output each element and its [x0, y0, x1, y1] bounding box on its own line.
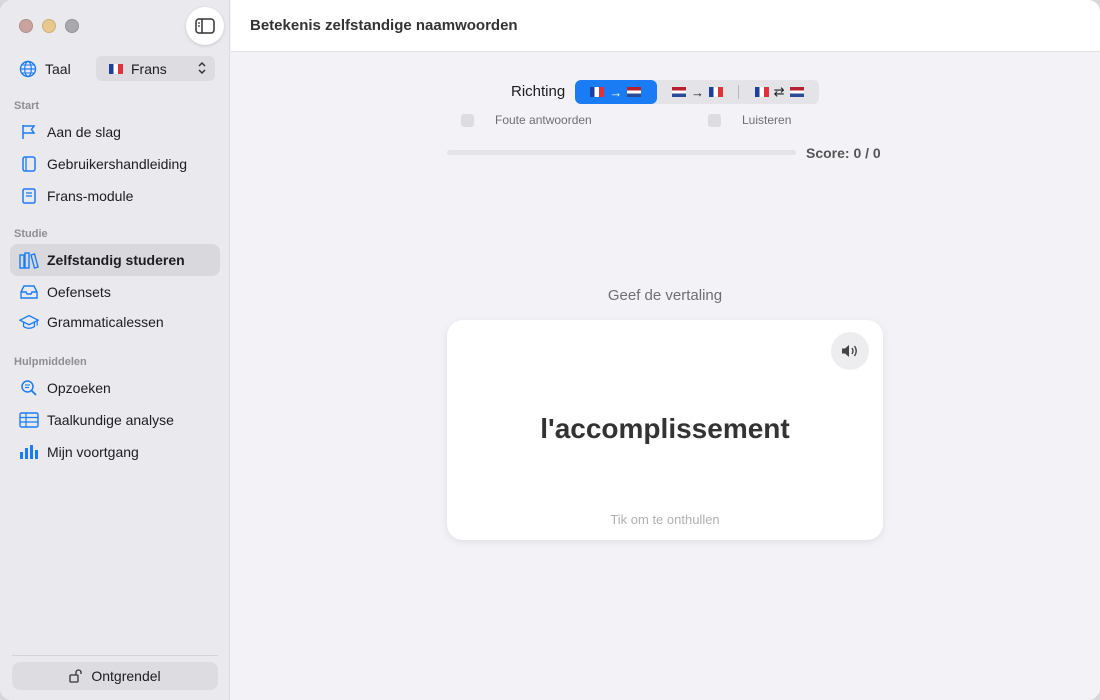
language-select[interactable]: Frans	[96, 56, 215, 81]
sidebar-item-label: Opzoeken	[47, 380, 111, 396]
books-icon	[19, 252, 39, 269]
sidebar-item-label: Zelfstandig studeren	[47, 252, 185, 268]
sidebar-item-label: Taalkundige analyse	[47, 412, 174, 428]
direction-fr-to-nl-segment[interactable]: →	[575, 80, 657, 104]
wrong-answers-label: Foute antwoorden	[495, 113, 592, 127]
table-icon	[19, 412, 39, 428]
progress-bar	[447, 150, 796, 155]
minimize-window-button[interactable]	[42, 19, 56, 33]
reveal-hint: Tik om te onthullen	[610, 512, 720, 527]
listening-checkbox[interactable]	[708, 113, 721, 127]
sidebar-item-oefensets[interactable]: Oefensets	[10, 276, 220, 308]
unlock-button[interactable]: Ontgrendel	[12, 662, 218, 690]
arrows-swap-icon: ⇄	[773, 84, 785, 99]
sidebar-item-gebruikershandleiding[interactable]: Gebruikershandleiding	[10, 148, 220, 180]
flashcard[interactable]: l'accomplissement Tik om te onthullen	[447, 320, 883, 540]
sidebar-item-label: Oefensets	[47, 284, 111, 300]
page-title: Betekenis zelfstandige naamwoorden	[250, 17, 518, 34]
netherlands-flag-icon	[789, 87, 804, 97]
sidebar-item-label: Aan de slag	[47, 124, 121, 140]
bar-chart-icon	[20, 445, 38, 459]
graduation-cap-icon	[19, 314, 39, 329]
arrow-right-icon: →	[609, 84, 623, 100]
sidebar-item-opzoeken[interactable]: Opzoeken	[10, 372, 220, 404]
language-label: Taal	[45, 61, 71, 77]
toolbar: Betekenis zelfstandige naamwoorden	[231, 0, 1100, 52]
sidebar-item-taalkundige-analyse[interactable]: Taalkundige analyse	[10, 404, 220, 436]
sidebar-item-aan-de-slag[interactable]: Aan de slag	[10, 116, 220, 148]
book-closed-icon	[22, 188, 36, 204]
sidebar-item-mijn-voortgang[interactable]: Mijn voortgang	[10, 436, 220, 468]
language-select-value: Frans	[131, 60, 167, 77]
direction-nl-to-fr-segment[interactable]: →	[657, 80, 739, 104]
listening-label: Luisteren	[742, 113, 792, 127]
score-label: Score: 0 / 0	[806, 145, 881, 161]
netherlands-flag-icon	[672, 87, 686, 97]
direction-both-segment[interactable]: ⇄	[739, 80, 819, 104]
unlock-icon	[69, 669, 83, 683]
direction-label: Richting	[511, 83, 566, 100]
sidebar-item-label: Grammaticalessen	[47, 314, 164, 330]
section-title-start: Start	[14, 100, 40, 112]
unlock-label: Ontgrendel	[91, 668, 161, 684]
netherlands-flag-icon	[627, 87, 642, 97]
sidebar-icon	[195, 18, 215, 34]
sidebar-item-label: Frans-module	[47, 188, 134, 204]
section-title-studie: Studie	[14, 228, 48, 240]
play-audio-button[interactable]	[831, 332, 869, 370]
sidebar-item-label: Gebruikershandleiding	[47, 156, 188, 172]
sidebar-toggle-button[interactable]	[186, 7, 224, 45]
wrong-answers-option[interactable]: Foute antwoorden	[461, 113, 592, 127]
sidebar-item-frans-module[interactable]: Frans-module	[10, 180, 220, 212]
direction-segmented-control: → → ⇄	[575, 80, 819, 104]
flag-icon	[22, 125, 36, 139]
chevron-up-down-icon	[198, 61, 206, 75]
close-window-button[interactable]	[19, 19, 33, 33]
arrow-right-icon: →	[691, 84, 704, 100]
france-flag-icon	[709, 87, 723, 97]
sidebar-item-label: Mijn voortgang	[47, 444, 139, 460]
section-title-hulpmiddelen: Hulpmiddelen	[14, 356, 87, 368]
prompt-text: Geef de vertaling	[607, 287, 723, 304]
tray-icon	[20, 285, 38, 299]
france-flag-icon	[109, 63, 123, 74]
maximize-window-button[interactable]	[65, 19, 79, 33]
window-controls	[19, 19, 79, 33]
book-icon	[22, 156, 36, 172]
france-flag-icon	[590, 87, 605, 97]
sidebar-item-zelfstandig-studeren[interactable]: Zelfstandig studeren	[10, 244, 220, 276]
app-window: Taal Frans Start Aan de slag Gebruikersh…	[0, 0, 1100, 700]
france-flag-icon	[754, 87, 769, 97]
language-row: Taal Frans	[19, 56, 215, 82]
flashcard-word: l'accomplissement	[540, 413, 790, 444]
wrong-answers-checkbox[interactable]	[461, 113, 474, 127]
speaker-icon	[842, 345, 857, 357]
magnifier-icon	[21, 380, 37, 396]
sidebar-divider	[12, 655, 218, 656]
sidebar-item-grammaticalessen[interactable]: Grammaticalessen	[10, 306, 220, 338]
globe-icon	[19, 60, 37, 78]
sidebar: Taal Frans Start Aan de slag Gebruikersh…	[0, 0, 230, 700]
listening-option[interactable]: Luisteren	[708, 113, 791, 127]
